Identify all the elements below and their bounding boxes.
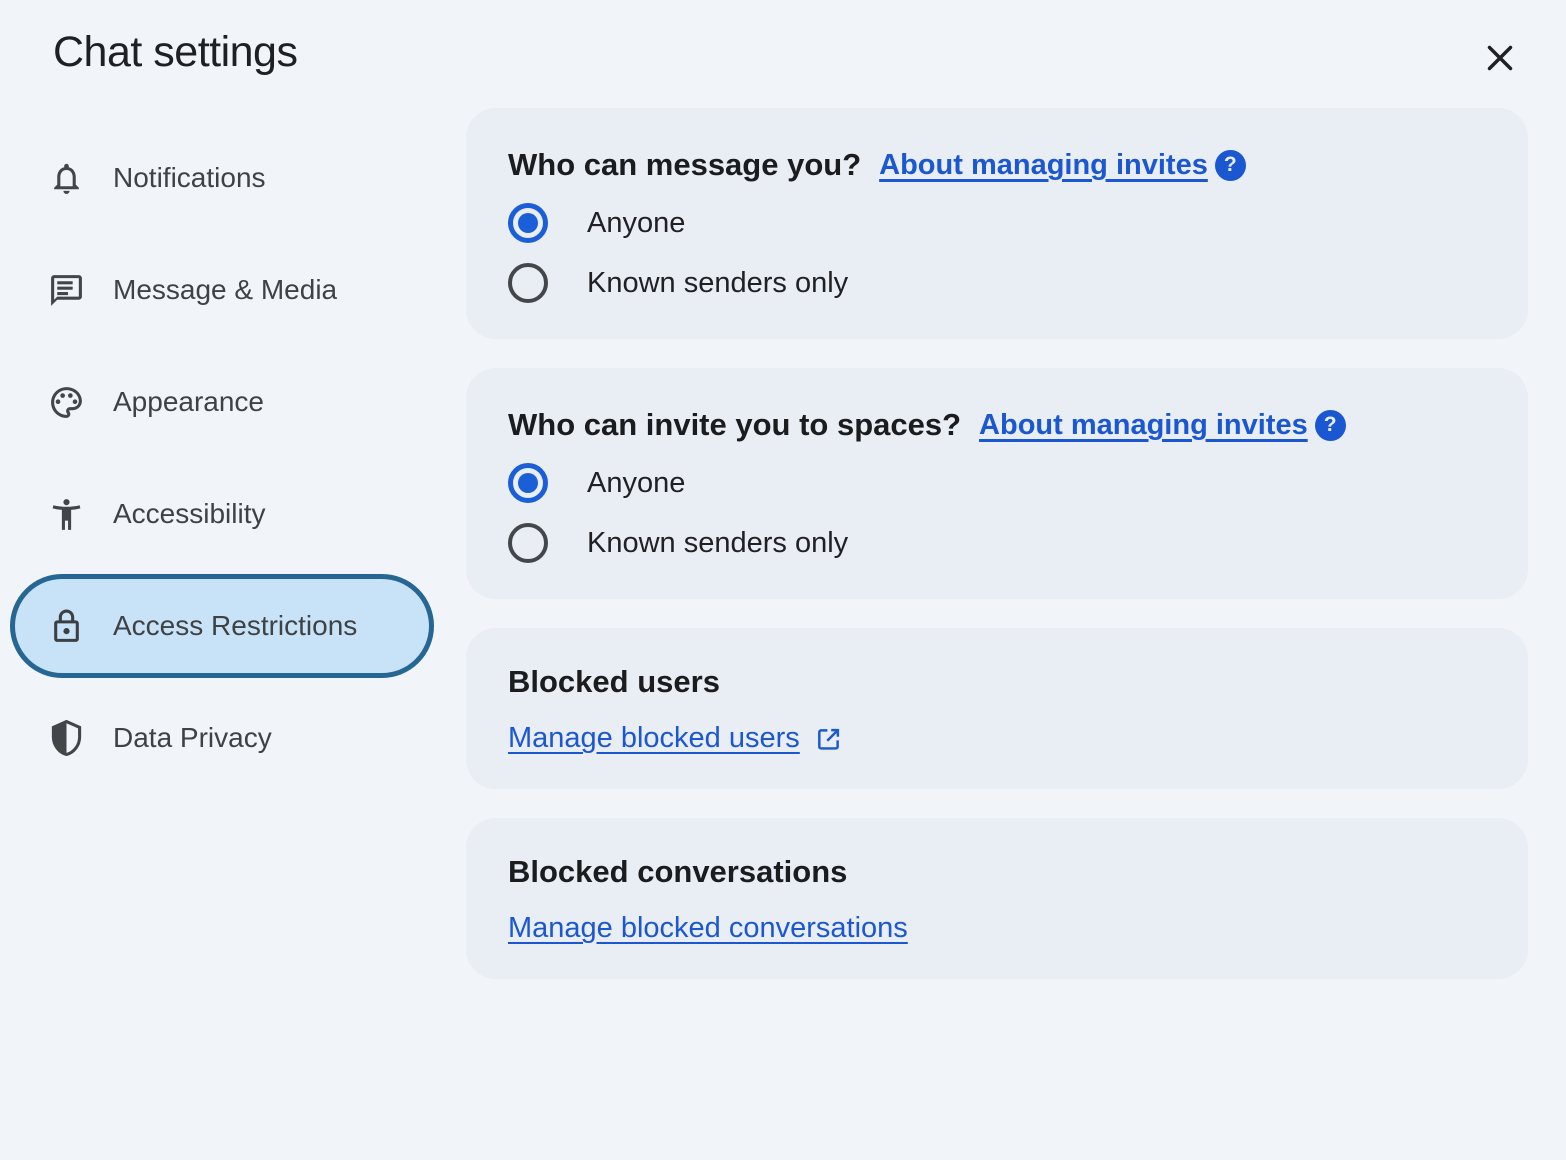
sidebar-item-accessibility[interactable]: Accessibility (10, 462, 434, 566)
page-title: Chat settings (53, 28, 297, 77)
close-button[interactable] (1478, 36, 1522, 80)
radio-unselected-icon (508, 523, 548, 563)
radio-option-anyone[interactable]: Anyone (508, 463, 1486, 503)
lock-icon (48, 608, 85, 645)
chat-bubble-icon (48, 272, 85, 309)
radio-option-label: Anyone (587, 467, 685, 500)
sidebar-item-label: Data Privacy (113, 722, 272, 754)
radio-option-known-senders[interactable]: Known senders only (508, 523, 1486, 563)
panel-heading: Who can message you? (508, 143, 861, 187)
radio-selected-icon (508, 203, 548, 243)
sidebar-item-label: Message & Media (113, 274, 337, 306)
radio-option-label: Known senders only (587, 267, 848, 300)
panel-heading: Blocked conversations (508, 850, 847, 894)
radio-option-known-senders[interactable]: Known senders only (508, 263, 1486, 303)
settings-content: Who can message you? About managing invi… (466, 108, 1528, 1008)
radio-option-label: Anyone (587, 207, 685, 240)
panel-blocked-users: Blocked users Manage blocked users (466, 628, 1528, 789)
sidebar-item-appearance[interactable]: Appearance (10, 350, 434, 454)
sidebar-item-label: Appearance (113, 386, 264, 418)
panel-heading: Blocked users (508, 660, 720, 704)
palette-icon (48, 384, 85, 421)
radio-selected-icon (508, 463, 548, 503)
open-in-new-icon[interactable] (815, 725, 843, 753)
sidebar-item-notifications[interactable]: Notifications (10, 126, 434, 230)
sidebar-item-data-privacy[interactable]: Data Privacy (10, 686, 434, 790)
sidebar-item-message-media[interactable]: Message & Media (10, 238, 434, 342)
sidebar-item-access-restrictions[interactable]: Access Restrictions (10, 574, 434, 678)
help-icon[interactable]: ? (1315, 410, 1346, 441)
radio-unselected-icon (508, 263, 548, 303)
help-icon[interactable]: ? (1215, 150, 1246, 181)
panel-who-can-invite: Who can invite you to spaces? About mana… (466, 368, 1528, 599)
sidebar-item-label: Access Restrictions (113, 610, 357, 642)
about-managing-invites-link[interactable]: About managing invites (979, 403, 1308, 447)
sidebar-item-label: Notifications (113, 162, 266, 194)
panel-who-can-message: Who can message you? About managing invi… (466, 108, 1528, 339)
accessibility-icon (48, 496, 85, 533)
sidebar-item-label: Accessibility (113, 498, 265, 530)
dialog-header: Chat settings (0, 0, 1566, 100)
shield-icon (48, 720, 85, 757)
manage-blocked-conversations-link[interactable]: Manage blocked conversations (508, 912, 908, 945)
radio-option-anyone[interactable]: Anyone (508, 203, 1486, 243)
manage-blocked-users-link[interactable]: Manage blocked users (508, 722, 800, 755)
radio-option-label: Known senders only (587, 527, 848, 560)
close-icon (1482, 40, 1518, 76)
settings-sidebar: Notifications Message & Media Appearance (10, 126, 434, 798)
about-managing-invites-link[interactable]: About managing invites (879, 143, 1208, 187)
panel-heading: Who can invite you to spaces? (508, 403, 961, 447)
bell-icon (48, 160, 85, 197)
panel-blocked-conversations: Blocked conversations Manage blocked con… (466, 818, 1528, 979)
